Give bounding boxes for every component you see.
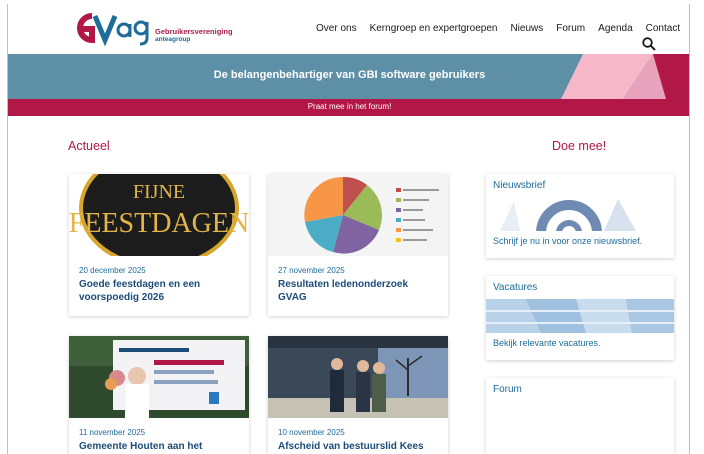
news-date: 11 november 2025 [79,428,146,437]
news-card[interactable]: 10 november 2025 Afscheid van bestuursli… [268,336,448,454]
nav-nieuws[interactable]: Nieuws [510,23,543,34]
news-card[interactable]: 11 november 2025 Gemeente Houten aan het [69,336,249,454]
nav-kerngroep[interactable]: Kerngroep en expertgroepen [370,23,498,34]
section-doe-mee: Doe mee! [552,139,607,153]
search-icon[interactable] [642,37,656,51]
news-title[interactable]: Afscheid van bestuurslid Kees [278,440,438,453]
news-card[interactable]: FIJNE FEESTDAGEN 20 december 2025 Goede … [69,174,249,316]
image-text-feestdagen: FEESTDAGEN [69,208,249,239]
vacatures-image [486,299,674,333]
logo-text: Gebruikersvereniging anteagroup [155,28,233,43]
sidebar-newsletter[interactable]: Nieuwsbrief Schrijf je nu in voor onze n… [486,174,674,258]
site-header: Gebruikersvereniging anteagroup Over ons… [8,4,689,54]
news-date: 10 november 2025 [278,428,345,437]
news-title[interactable]: Gemeente Houten aan het [79,440,239,453]
browser-page: Gebruikersvereniging anteagroup Over ons… [7,4,690,454]
sidebar-title: Vacatures [493,282,538,293]
news-image-afscheid [268,336,448,418]
logo-subtitle: Gebruikersvereniging [155,27,233,36]
forum-bar[interactable]: Praat mee in het forum! [8,99,689,116]
image-text-fijne: FIJNE [133,181,185,203]
sidebar-title: Nieuwsbrief [493,180,546,191]
sidebar-text[interactable]: Bekijk relevante vacatures. [493,338,674,348]
gvag-logo[interactable] [68,10,168,46]
news-title[interactable]: Resultaten ledenonderzoek GVAG [278,278,438,304]
section-actueel: Actueel [68,139,110,153]
sidebar-forum[interactable]: Forum [486,378,674,454]
main-nav: Over ons Kerngroep en expertgroepen Nieu… [316,23,680,34]
hero-banner: De belangenbehartiger van GBI software g… [8,54,689,99]
sidebar-text[interactable]: Schrijf je nu in voor onze nieuwsbrief. [493,236,674,246]
newsletter-image [486,197,674,231]
news-card[interactable]: 27 november 2025 Resultaten ledenonderzo… [268,174,448,316]
sidebar-vacatures[interactable]: Vacatures Bekijk relevante vacatures. [486,276,674,360]
news-date: 27 november 2025 [278,266,345,275]
news-image-houten [69,336,249,418]
logo-company: anteagroup [155,35,191,43]
forum-bar-link[interactable]: Praat mee in het forum! [8,102,689,111]
banner-title: De belangenbehartiger van GBI software g… [213,69,486,81]
nav-contact[interactable]: Contact [646,23,680,34]
news-image-pie-chart [268,174,448,256]
nav-forum[interactable]: Forum [556,23,585,34]
news-image-feestdagen: FIJNE FEESTDAGEN [69,174,249,256]
nav-agenda[interactable]: Agenda [598,23,632,34]
news-date: 20 december 2025 [79,266,146,275]
sidebar-title: Forum [493,384,522,395]
nav-over-ons[interactable]: Over ons [316,23,357,34]
news-title[interactable]: Goede feestdagen en een voorspoedig 2026 [79,278,239,304]
